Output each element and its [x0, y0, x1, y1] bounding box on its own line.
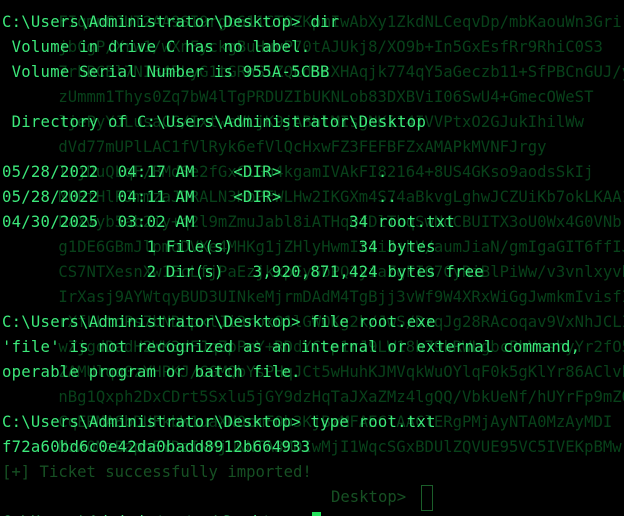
terminal-line: 05/28/2022 04:11 AM <DIR> ..	[2, 188, 398, 206]
terminal-line: f72a60bd6c0e42da0badd8912b664933	[2, 438, 311, 456]
ghost-line: nBg1Qxph2DxCDrt5Sxlu5jGY9dzHqTaJXaZMz4lg…	[58, 388, 624, 406]
ghost-status-line: [+] Ticket successfully imported!	[2, 463, 312, 481]
terminal-line: C:\Users\Administrator\Desktop> file roo…	[2, 313, 436, 331]
terminal-line: C:\Users\Administrator\Desktop> type roo…	[2, 413, 436, 431]
terminal-line: 05/28/2022 04:17 AM <DIR> .	[2, 163, 388, 181]
terminal-window[interactable]: FIqmnCJUT2AA9SI9rgb611CT0ZKpmIwAbXy1ZkdN…	[0, 0, 624, 516]
terminal-line: 2 Dir(s) 3,920,871,424 bytes free	[2, 263, 484, 281]
terminal-line: 04/30/2025 03:02 AM 34 root.txt	[2, 213, 455, 231]
active-prompt[interactable]: C:\Users\Administrator\Desktop>	[2, 510, 322, 516]
ghost-line: dVd77mUPlLAC1fVlRyk6efVlQcHxwFZ3FEFBFZxA…	[2, 138, 547, 156]
terminal-line: operable program or batch file.	[2, 363, 301, 381]
ghost-line: zUmmm1Thys0Zq7bW4lTgPRDUZIbUKNLob83DXBVi…	[2, 88, 594, 106]
ghost-line: IrXasj9AYWtqyBUD3UINkeMjrmDAdM4TgBjj3vWf…	[2, 288, 624, 306]
terminal-line: Volume in drive C has no label.	[2, 38, 311, 56]
ghost-cursor-icon	[421, 485, 433, 511]
terminal-line: 1 File(s) 34 bytes	[2, 238, 436, 256]
terminal-line: C:\Users\Administrator\Desktop> dir	[2, 13, 340, 31]
terminal-line: 'file' is not recognized as an internal …	[2, 338, 581, 356]
ghost-prompt-fragment: Desktop>	[331, 488, 407, 506]
text-cursor-icon	[312, 511, 322, 516]
terminal-line: Volume Serial Number is 955A-5CBB	[2, 63, 330, 81]
terminal-line: Directory of C:\Users\Administrator\Desk…	[2, 113, 427, 131]
prompt-text: C:\Users\Administrator\Desktop>	[2, 510, 310, 516]
